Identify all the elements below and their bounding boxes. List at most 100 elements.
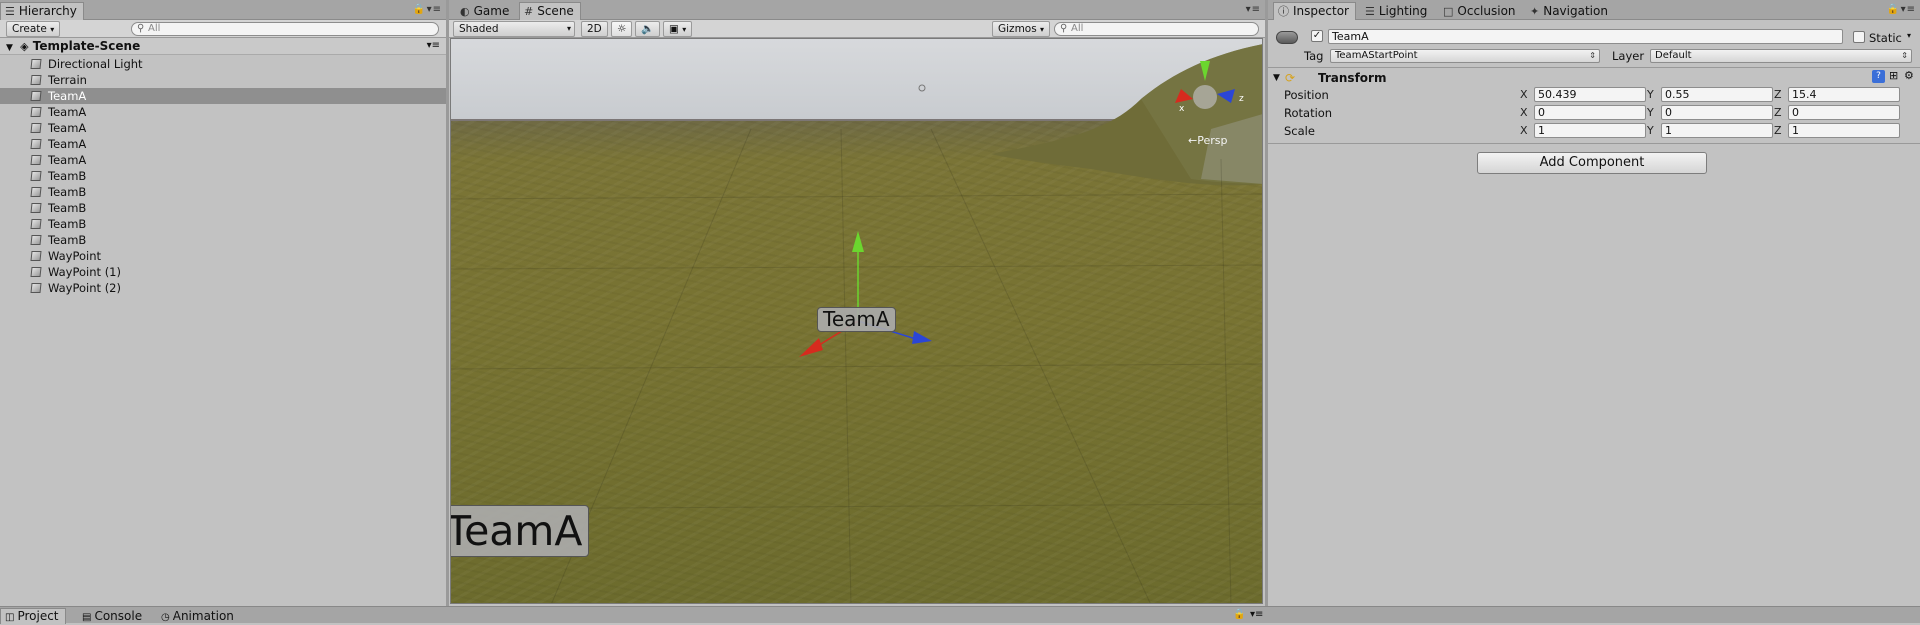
transform-x-field[interactable]: 0 — [1534, 105, 1646, 120]
panel-menu-icon[interactable]: ▾≡ — [1246, 4, 1261, 15]
effects-dropdown[interactable]: ▣ ▾ — [663, 21, 693, 37]
axis-label-y: Y — [1647, 106, 1654, 119]
scene-name: Template-Scene — [32, 39, 141, 53]
updown-icon: ⇕ — [1901, 51, 1908, 60]
persp-label[interactable]: ←Persp — [1188, 134, 1227, 147]
speaker-icon: 🔈 — [641, 23, 655, 35]
lighting-toggle[interactable]: ☼ — [611, 21, 633, 37]
object-name-field[interactable]: TeamA — [1328, 29, 1843, 44]
gameobject-cube-icon — [30, 107, 42, 117]
axis-label-x: X — [1520, 88, 1528, 101]
static-checkbox[interactable] — [1853, 31, 1865, 43]
tab-navigation[interactable]: ✦ Navigation — [1525, 2, 1615, 20]
panel-menu-icon[interactable]: ▾≡ — [1250, 609, 1263, 620]
static-dropdown-icon[interactable]: ▾ — [1907, 31, 1911, 40]
hierarchy-item[interactable]: TeamB — [0, 168, 446, 184]
axis-label-x: X — [1520, 124, 1528, 137]
mode-2d-toggle[interactable]: 2D — [581, 21, 608, 37]
hierarchy-item[interactable]: TeamB — [0, 200, 446, 216]
shading-mode-dropdown[interactable]: Shaded ▾ — [453, 21, 575, 37]
transform-z-field[interactable]: 15.4 — [1788, 87, 1900, 102]
layer-dropdown[interactable]: Default ⇕ — [1650, 49, 1912, 63]
transform-title[interactable]: Transform — [1318, 71, 1386, 85]
create-label: Create — [12, 23, 47, 35]
separator-right[interactable] — [1265, 0, 1268, 606]
hierarchy-item[interactable]: TeamA — [0, 120, 446, 136]
audio-toggle[interactable]: 🔈 — [635, 21, 661, 37]
transform-y-field[interactable]: 1 — [1661, 123, 1773, 138]
gameobject-cube-icon — [30, 203, 42, 213]
transform-x-field[interactable]: 50.439 — [1534, 87, 1646, 102]
hierarchy-item[interactable]: WayPoint — [0, 248, 446, 264]
hierarchy-item[interactable]: Terrain — [0, 72, 446, 88]
hierarchy-item[interactable]: TeamA — [0, 152, 446, 168]
move-gizmo[interactable] — [799, 231, 932, 357]
orientation-z-label: z — [1239, 94, 1244, 104]
gameobject-icon[interactable] — [1276, 31, 1298, 44]
image-icon: ▣ — [669, 23, 679, 35]
transform-z-field[interactable]: 1 — [1788, 123, 1900, 138]
tab-console[interactable]: ▤ Console — [77, 608, 149, 624]
gameobject-cube-icon — [30, 235, 42, 245]
hierarchy-item[interactable]: Directional Light — [0, 56, 446, 72]
light-gizmo-icon[interactable] — [918, 84, 926, 92]
tab-project[interactable]: ◫ Project — [0, 608, 66, 624]
scene-root-row[interactable]: ▼ ◈ Template-Scene ▾≡ — [0, 38, 446, 55]
axis-label-z: Z — [1774, 88, 1782, 101]
chevron-down-icon: ▾ — [50, 25, 55, 34]
tab-hierarchy[interactable]: ☰ Hierarchy — [0, 2, 84, 20]
hierarchy-item-label: WayPoint (1) — [48, 265, 121, 279]
panel-menu-icon[interactable]: ▾≡ — [427, 4, 442, 15]
tab-console-label: Console — [94, 609, 143, 623]
tab-scene[interactable]: # Scene — [519, 2, 581, 20]
hierarchy-item[interactable]: TeamA — [0, 136, 446, 152]
hierarchy-item[interactable]: TeamA — [0, 88, 446, 104]
lock-icon[interactable]: 🔒 — [1887, 4, 1900, 15]
hierarchy-item[interactable]: TeamB — [0, 232, 446, 248]
tab-lighting[interactable]: ☰ Lighting — [1360, 2, 1434, 20]
active-checkbox[interactable]: ✓ — [1311, 30, 1323, 42]
pacman-icon: ◐ — [460, 5, 470, 18]
hierarchy-item[interactable]: TeamA — [0, 104, 446, 120]
hierarchy-item-label: TeamA — [48, 105, 87, 119]
scene-menu-icon[interactable]: ▾≡ — [427, 38, 440, 54]
separator-left[interactable] — [446, 0, 449, 606]
hierarchy-item[interactable]: WayPoint (1) — [0, 264, 446, 280]
bottom-tabstrip: ◫ Project ▤ Console ◷ Animation 🔒 ▾≡ — [0, 606, 1920, 624]
hierarchy-item[interactable]: TeamB — [0, 184, 446, 200]
hierarchy-list: Directional Light Terrain TeamA TeamA TeamA T… — [0, 56, 446, 296]
expand-triangle-icon[interactable]: ▼ — [6, 43, 13, 53]
preset-icon[interactable]: ⊞ — [1889, 69, 1898, 82]
panel-menu-icon[interactable]: ▾≡ — [1901, 4, 1916, 15]
tag-dropdown[interactable]: TeamAStartPoint ⇕ — [1330, 49, 1600, 63]
create-dropdown[interactable]: Create ▾ — [6, 21, 61, 37]
gear-icon[interactable]: ⚙ — [1904, 69, 1914, 82]
hierarchy-item[interactable]: TeamB — [0, 216, 446, 232]
gameobject-cube-icon — [30, 123, 42, 133]
tab-animation[interactable]: ◷ Animation — [156, 608, 241, 624]
tab-occlusion[interactable]: □ Occlusion — [1438, 2, 1523, 20]
transform-y-field[interactable]: 0 — [1661, 105, 1773, 120]
transform-row-label: Scale — [1284, 124, 1315, 138]
transform-y-field[interactable]: 0.55 — [1661, 87, 1773, 102]
gizmos-dropdown[interactable]: Gizmos ▾ — [992, 21, 1051, 37]
foldout-triangle-icon[interactable]: ▼ — [1273, 73, 1280, 83]
hierarchy-item[interactable]: WayPoint (2) — [0, 280, 446, 296]
scene-search-input[interactable]: ⚲ All — [1054, 22, 1259, 36]
hierarchy-search-input[interactable]: ⚲ All — [131, 22, 439, 36]
hierarchy-item-label: TeamA — [48, 121, 87, 135]
gameobject-cube-icon — [30, 187, 42, 197]
tab-game[interactable]: ◐ Game — [455, 2, 516, 20]
hierarchy-item-label: WayPoint — [48, 249, 102, 263]
scene-viewport[interactable]: x z ←Persp TeamA TeamA — [450, 38, 1263, 604]
tab-inspector[interactable]: ⓘ Inspector — [1273, 2, 1356, 20]
sun-icon: ☼ — [617, 23, 627, 35]
transform-x-field[interactable]: 1 — [1534, 123, 1646, 138]
object-label-teama: TeamA — [817, 307, 896, 332]
lock-icon[interactable]: 🔒 — [413, 4, 426, 15]
lock-icon[interactable]: 🔒 — [1233, 609, 1245, 620]
transform-z-field[interactable]: 0 — [1788, 105, 1900, 120]
help-icon[interactable]: ? — [1872, 70, 1885, 83]
orientation-x-label: x — [1179, 104, 1185, 114]
add-component-button[interactable]: Add Component — [1477, 152, 1707, 174]
